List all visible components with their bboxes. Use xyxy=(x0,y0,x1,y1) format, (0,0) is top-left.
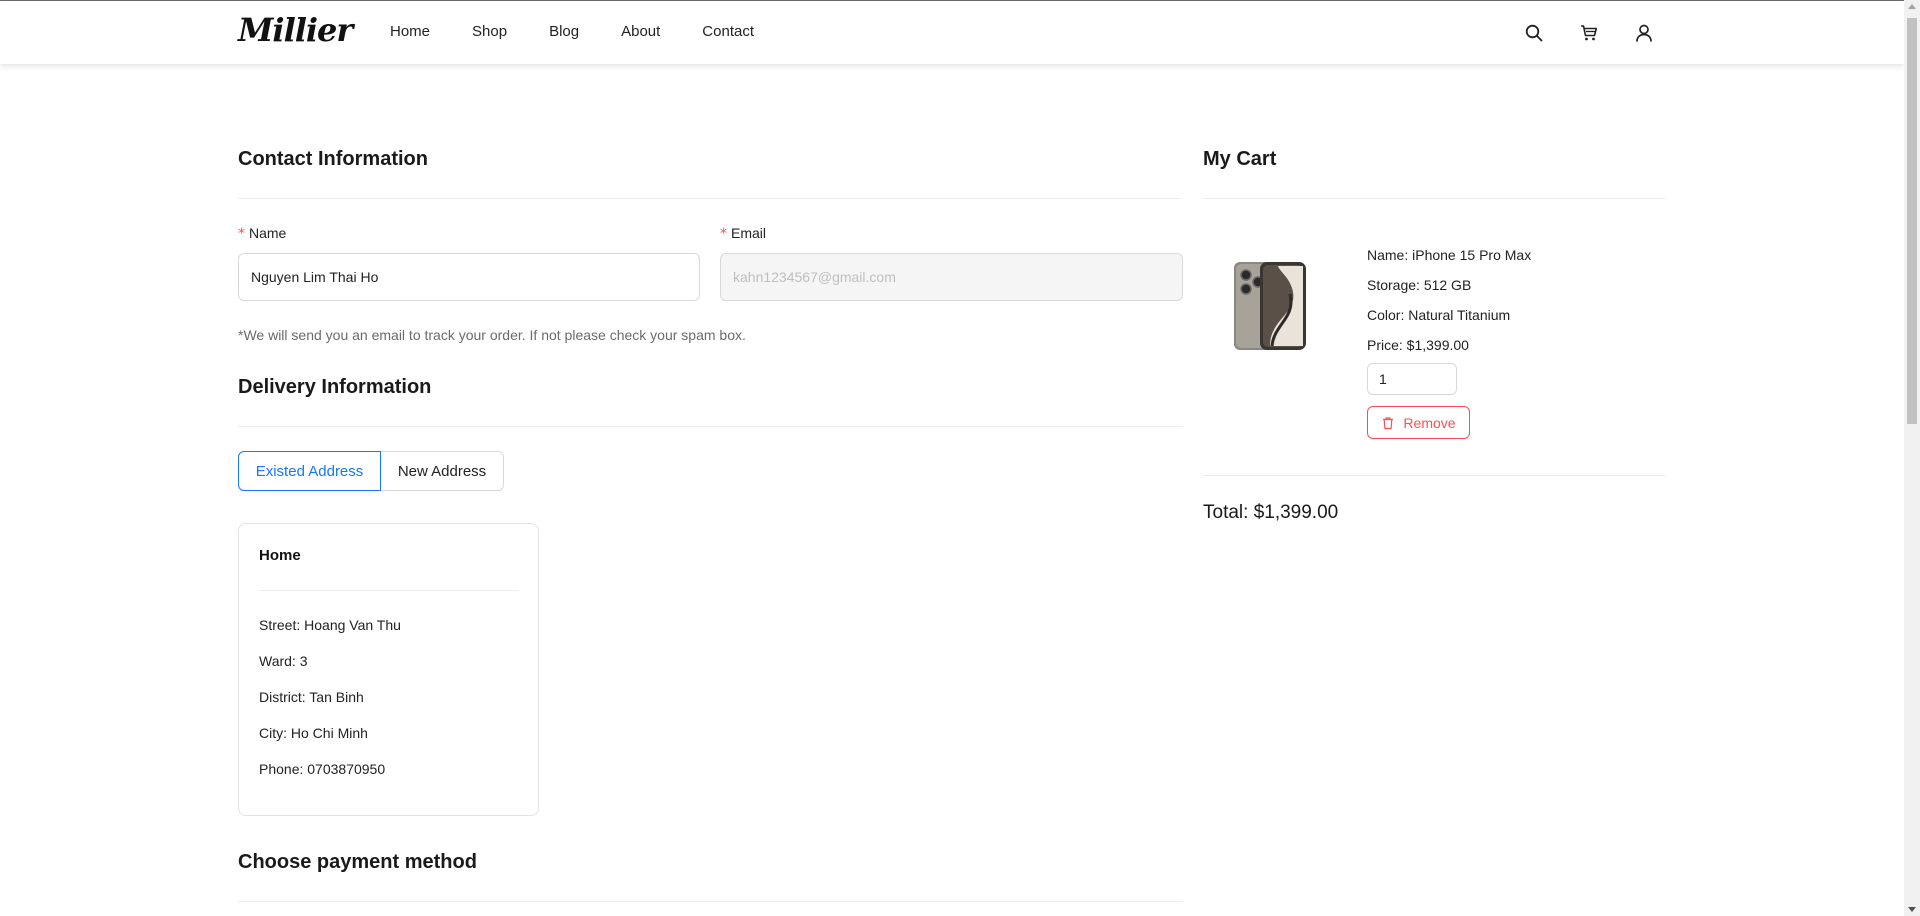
user-icon[interactable] xyxy=(1634,23,1654,43)
nav-shop[interactable]: Shop xyxy=(472,23,507,40)
product-image[interactable] xyxy=(1230,258,1310,354)
contact-divider xyxy=(238,198,1182,199)
cart-item-name: Name: iPhone 15 Pro Max xyxy=(1367,247,1532,263)
scroll-down-arrow-icon[interactable] xyxy=(1908,907,1916,912)
remove-label: Remove xyxy=(1403,414,1456,431)
address-street: Street: Hoang Van Thu xyxy=(259,617,401,633)
cart-item-price: Price: $1,399.00 xyxy=(1367,337,1469,353)
contact-section-title: Contact Information xyxy=(238,148,428,170)
address-city: City: Ho Chi Minh xyxy=(259,725,368,741)
scroll-up-arrow-icon[interactable] xyxy=(1908,4,1916,9)
address-district: District: Tan Binh xyxy=(259,689,364,705)
nav-about[interactable]: About xyxy=(621,23,660,40)
email-label: * Email xyxy=(720,225,766,242)
cart-total-divider xyxy=(1203,475,1665,476)
search-icon[interactable] xyxy=(1524,23,1544,43)
tab-existed-address[interactable]: Existed Address xyxy=(238,451,381,491)
email-note: *We will send you an email to track your… xyxy=(238,327,746,343)
page-scrollbar[interactable] xyxy=(1904,0,1920,916)
delivery-section-title: Delivery Information xyxy=(238,376,432,398)
scroll-thumb[interactable] xyxy=(1907,18,1917,424)
email-field[interactable] xyxy=(720,253,1183,301)
remove-button[interactable]: Remove xyxy=(1367,406,1470,439)
cart-divider xyxy=(1203,198,1665,199)
site-logo[interactable]: Millier xyxy=(238,11,353,49)
name-label: * Name xyxy=(238,225,286,242)
payment-divider xyxy=(238,901,1182,902)
address-ward: Ward: 3 xyxy=(259,653,308,669)
address-phone: Phone: 0703870950 xyxy=(259,761,386,777)
cart-title: My Cart xyxy=(1203,148,1277,170)
payment-section-title: Choose payment method xyxy=(238,851,477,873)
name-label-text: Name xyxy=(249,225,287,241)
tab-new-address[interactable]: New Address xyxy=(380,451,504,491)
cart-icon[interactable] xyxy=(1579,23,1599,43)
cart-item-storage: Storage: 512 GB xyxy=(1367,277,1472,293)
email-label-text: Email xyxy=(731,225,767,241)
delivery-divider xyxy=(238,426,1182,427)
nav-contact[interactable]: Contact xyxy=(702,23,754,40)
cart-total: Total: $1,399.00 xyxy=(1203,502,1339,523)
nav-blog[interactable]: Blog xyxy=(549,23,579,40)
address-divider xyxy=(259,590,519,591)
address-card[interactable]: Home Street: Hoang Van Thu Ward: 3 Distr… xyxy=(238,523,539,816)
required-mark: * xyxy=(238,226,245,242)
quantity-stepper[interactable] xyxy=(1367,363,1457,395)
address-title: Home xyxy=(259,547,301,564)
required-mark: * xyxy=(720,226,727,242)
trash-icon xyxy=(1383,416,1394,429)
name-field[interactable] xyxy=(238,253,700,301)
main-nav: Home Shop Blog About Contact xyxy=(390,23,754,40)
cart-item-color: Color: Natural Titanium xyxy=(1367,307,1511,323)
site-header: Millier Home Shop Blog About Contact xyxy=(0,1,1904,64)
nav-home[interactable]: Home xyxy=(390,23,430,40)
